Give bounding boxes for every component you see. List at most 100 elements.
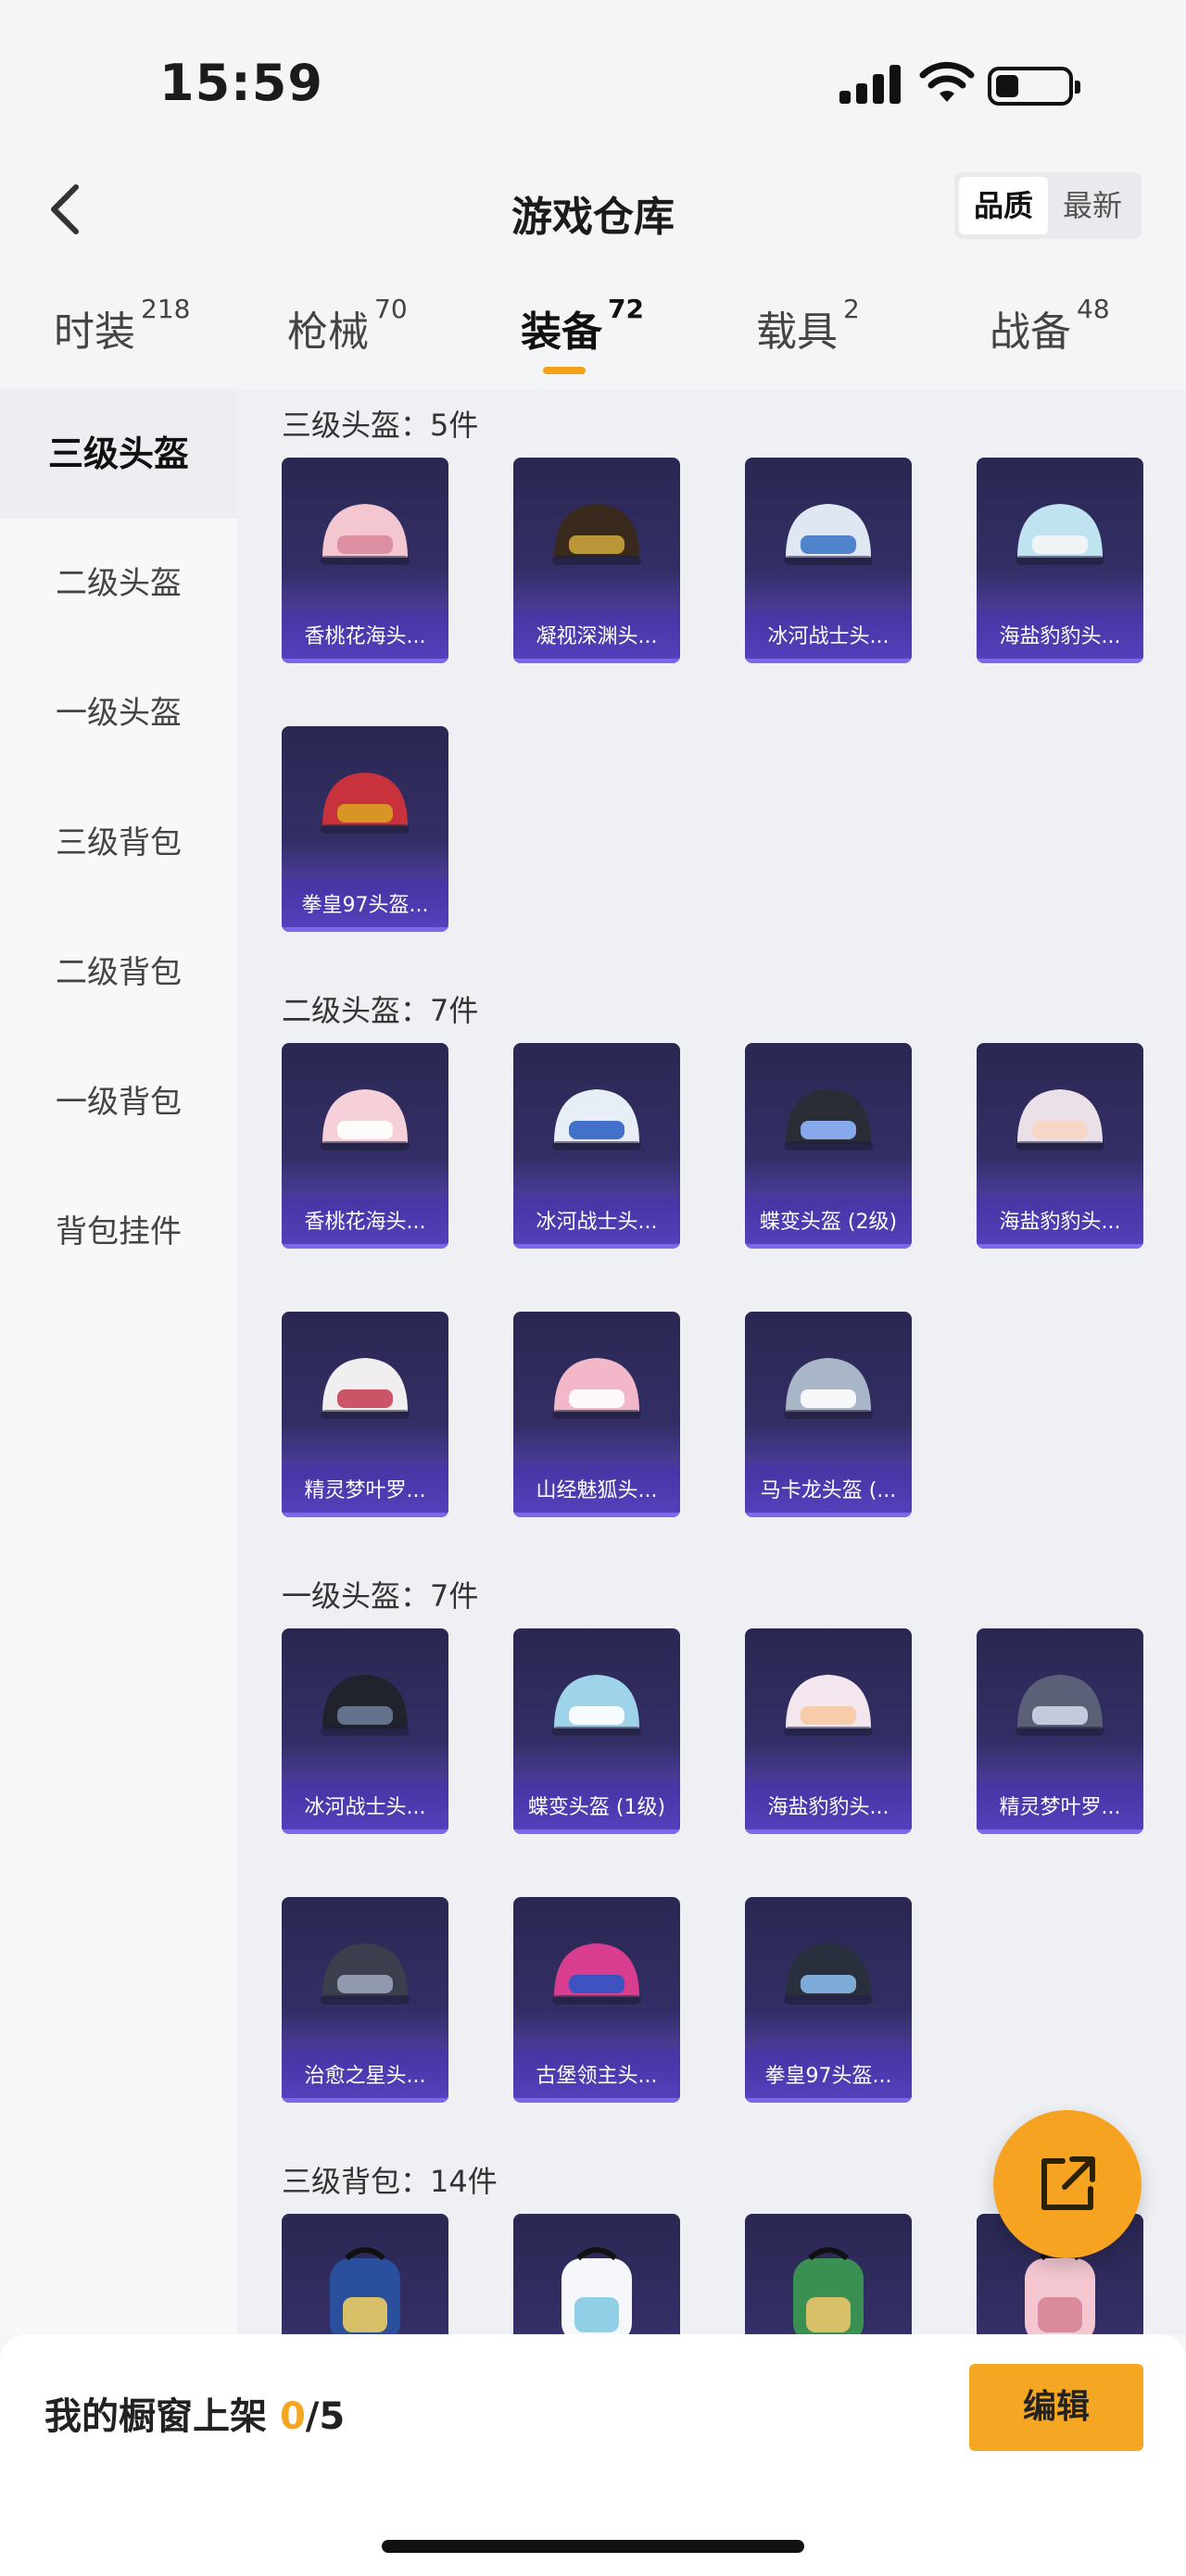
bottom-bar: 我的橱窗上架 0/5 编辑 bbox=[0, 2334, 1186, 2576]
item-card[interactable]: 冰河战士头... bbox=[745, 458, 912, 663]
showcase-label: 我的橱窗上架 bbox=[44, 2395, 267, 2438]
battery-icon bbox=[988, 67, 1080, 106]
item-card[interactable]: 海盐豹豹头... bbox=[977, 1043, 1143, 1249]
item-name: 拳皇97头盔... bbox=[745, 2051, 912, 2103]
item-card[interactable]: 山经魅狐头... bbox=[513, 1312, 680, 1517]
item-card[interactable]: 拳皇97头盔... bbox=[282, 726, 448, 932]
item-name: 海盐豹豹头... bbox=[745, 1782, 912, 1834]
card-bottom-bar bbox=[745, 2098, 912, 2103]
card-bottom-bar bbox=[282, 1513, 448, 1517]
item-card[interactable]: 蝶变头盔 (1级) bbox=[513, 1628, 680, 1834]
cellular-signal-icon bbox=[839, 65, 901, 104]
card-bottom-bar bbox=[977, 1829, 1143, 1834]
tab-supplies[interactable]: 战备 48 bbox=[990, 294, 1110, 358]
item-card[interactable]: 古堡领主头... bbox=[513, 1897, 680, 2103]
card-bottom-bar bbox=[282, 1244, 448, 1249]
item-name: 蝶变头盔 (2级) bbox=[745, 1197, 912, 1249]
card-bottom-bar bbox=[745, 1829, 912, 1834]
status-bar: 15:59 bbox=[0, 0, 1186, 148]
item-card[interactable]: 冰河战士头... bbox=[513, 1043, 680, 1249]
helmet-icon bbox=[1016, 1089, 1104, 1150]
sidebar-item-backpack-charm[interactable]: 背包挂件 bbox=[0, 1167, 237, 1297]
item-name: 马卡龙头盔 (... bbox=[745, 1465, 912, 1517]
tab-equipment[interactable]: 装备 72 bbox=[521, 294, 644, 358]
helmet-icon bbox=[1016, 1675, 1104, 1736]
tab-vehicles[interactable]: 载具 2 bbox=[756, 294, 860, 358]
sort-newest-button[interactable]: 最新 bbox=[1048, 177, 1137, 234]
item-name: 海盐豹豹头... bbox=[977, 1197, 1143, 1249]
card-bottom-bar bbox=[745, 659, 912, 663]
tab-count: 48 bbox=[1077, 294, 1110, 325]
item-card[interactable]: 海盐豹豹头... bbox=[745, 1628, 912, 1834]
tab-count: 72 bbox=[608, 294, 644, 325]
tab-label: 战备 bbox=[990, 308, 1071, 356]
tab-fashion[interactable]: 时装 218 bbox=[54, 294, 190, 358]
backpack-icon bbox=[561, 2247, 632, 2334]
sidebar-item-level3-helmet[interactable]: 三级头盔 bbox=[0, 389, 237, 519]
tab-label: 载具 bbox=[756, 308, 838, 356]
item-name: 凝视深渊头... bbox=[513, 611, 680, 663]
item-card[interactable]: 凝视深渊头... bbox=[513, 458, 680, 663]
tab-count: 218 bbox=[141, 294, 191, 325]
helmet-icon bbox=[552, 1943, 641, 2004]
showcase-current: 0 bbox=[279, 2395, 306, 2438]
home-indicator bbox=[382, 2540, 804, 2553]
category-tabs: 时装 218 枪械 70 装备 72 载具 2 战备 48 bbox=[0, 278, 1186, 389]
helmet-icon bbox=[784, 1675, 873, 1736]
helmet-icon bbox=[321, 1943, 410, 2004]
item-name: 山经魅狐头... bbox=[513, 1465, 680, 1517]
item-card[interactable]: 马卡龙头盔 (... bbox=[745, 1312, 912, 1517]
helmet-icon bbox=[784, 504, 873, 565]
item-card[interactable]: 精灵梦叶罗... bbox=[282, 1312, 448, 1517]
tab-count: 70 bbox=[374, 294, 408, 325]
helmet-icon bbox=[552, 1675, 641, 1736]
item-card[interactable]: 精灵梦叶罗... bbox=[977, 1628, 1143, 1834]
active-tab-indicator bbox=[543, 367, 586, 374]
item-card[interactable]: 拳皇97头盔... bbox=[745, 1897, 912, 2103]
item-name: 香桃花海头... bbox=[282, 611, 448, 663]
item-card[interactable]: 海盐豹豹头... bbox=[977, 458, 1143, 663]
item-name: 精灵梦叶罗... bbox=[282, 1465, 448, 1517]
item-name: 拳皇97头盔... bbox=[282, 880, 448, 932]
item-card[interactable]: 香桃花海头... bbox=[282, 458, 448, 663]
showcase-total: /5 bbox=[305, 2395, 346, 2438]
helmet-icon bbox=[1016, 504, 1104, 565]
card-bottom-bar bbox=[282, 659, 448, 663]
card-bottom-bar bbox=[513, 1513, 680, 1517]
sidebar-item-level1-helmet[interactable]: 一级头盔 bbox=[0, 648, 237, 778]
helmet-icon bbox=[321, 773, 410, 834]
share-float-button[interactable] bbox=[993, 2110, 1142, 2258]
section-title: 二级头盔：7件 bbox=[282, 993, 479, 1028]
sort-toggle: 品质 最新 bbox=[954, 172, 1142, 239]
item-card[interactable]: 治愈之星头... bbox=[282, 1897, 448, 2103]
item-card[interactable]: 蝶变背包 (3级) bbox=[282, 2214, 448, 2334]
card-bottom-bar bbox=[282, 1829, 448, 1834]
item-name: 蝶变头盔 (1级) bbox=[513, 1782, 680, 1834]
wifi-icon bbox=[919, 61, 975, 102]
helmet-icon bbox=[321, 1089, 410, 1150]
item-card[interactable]: 海盐豹豹背... bbox=[745, 2214, 912, 2334]
helmet-icon bbox=[552, 1089, 641, 1150]
edit-button[interactable]: 编辑 bbox=[969, 2364, 1143, 2451]
item-card[interactable]: 蝶变头盔 (2级) bbox=[745, 1043, 912, 1249]
item-name: 海盐豹豹头... bbox=[977, 611, 1143, 663]
tab-firearms[interactable]: 枪械 70 bbox=[287, 294, 408, 358]
sidebar-item-level2-helmet[interactable]: 二级头盔 bbox=[0, 519, 237, 648]
sidebar-item-level3-backpack[interactable]: 三级背包 bbox=[0, 778, 237, 908]
share-export-icon bbox=[1041, 2156, 1095, 2210]
sidebar-item-level2-backpack[interactable]: 二级背包 bbox=[0, 908, 237, 1037]
helmet-icon bbox=[321, 1675, 410, 1736]
section-title: 三级头盔：5件 bbox=[282, 408, 479, 443]
card-bottom-bar bbox=[282, 2098, 448, 2103]
item-card[interactable]: 香桃花海头... bbox=[282, 1043, 448, 1249]
helmet-icon bbox=[784, 1358, 873, 1419]
card-bottom-bar bbox=[513, 2098, 680, 2103]
sidebar-item-level1-backpack[interactable]: 一级背包 bbox=[0, 1037, 237, 1167]
item-card[interactable]: 冰河战士背... bbox=[513, 2214, 680, 2334]
helmet-icon bbox=[784, 1089, 873, 1150]
item-name: 冰河战士头... bbox=[745, 611, 912, 663]
item-card[interactable]: 冰河战士头... bbox=[282, 1628, 448, 1834]
helmet-icon bbox=[321, 504, 410, 565]
nav-header: 游戏仓库 品质 最新 bbox=[0, 148, 1186, 269]
sort-quality-button[interactable]: 品质 bbox=[959, 177, 1048, 234]
